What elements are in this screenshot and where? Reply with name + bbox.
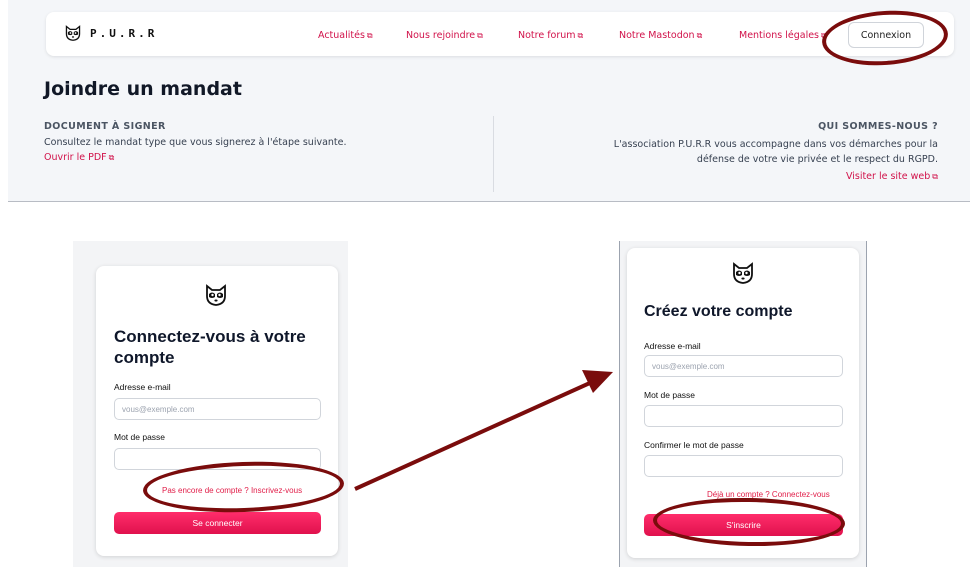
arrow-icon (354, 370, 613, 491)
